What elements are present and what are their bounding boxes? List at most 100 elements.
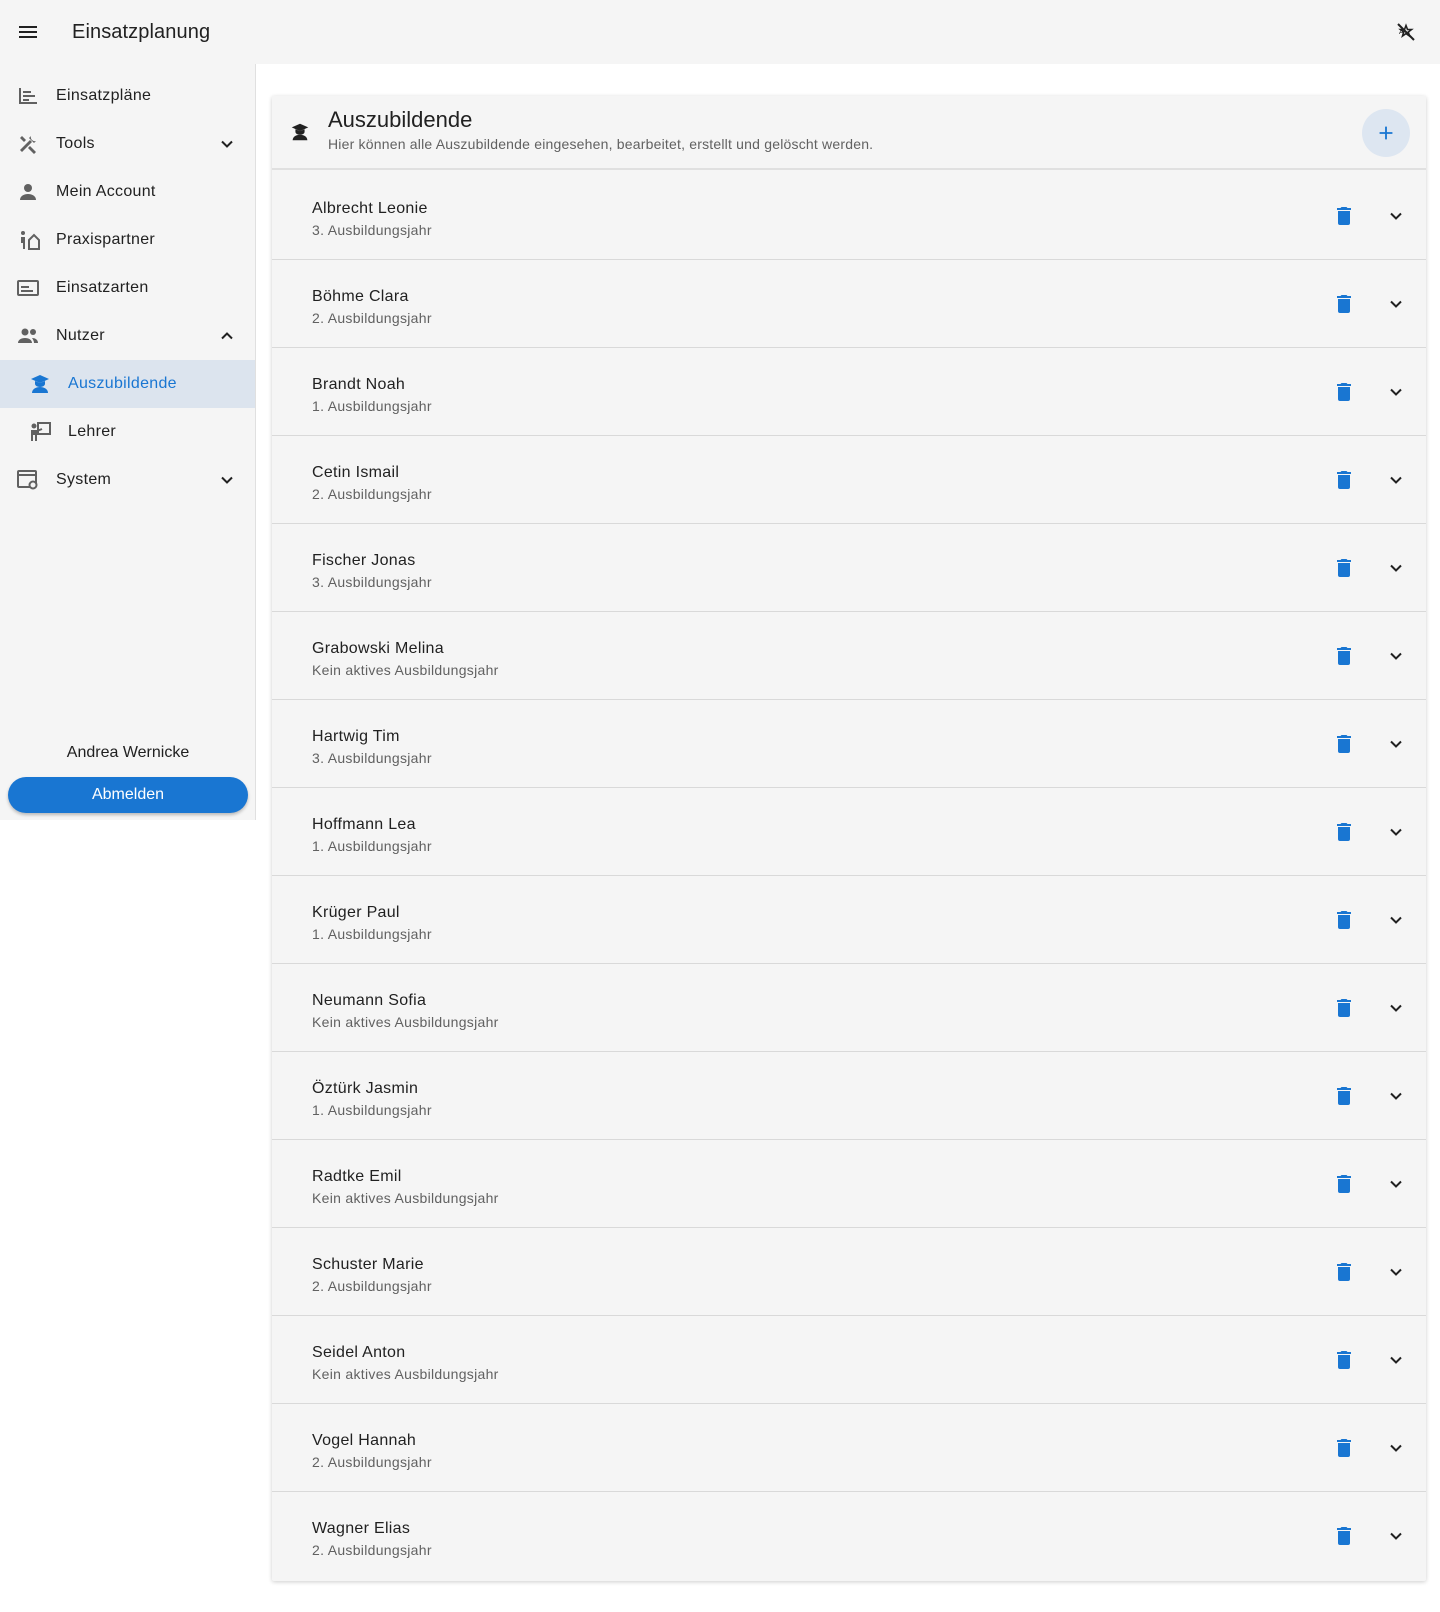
list-item[interactable]: Schuster Marie 2. Ausbildungsjahr <box>272 1228 1426 1316</box>
timeline-list-icon <box>16 84 40 108</box>
chevron-down-icon <box>215 132 239 156</box>
trainee-name: Cetin Ismail <box>312 464 400 481</box>
trainee-name: Wagner Elias <box>312 1520 411 1537</box>
sidebar-nav: Einsatzpläne Tools Mein Account Praxispartn… <box>0 64 255 504</box>
sidebar-item-label: Einsatzpläne <box>56 87 152 104</box>
theme-toggle-icon[interactable]: A <box>1390 16 1422 48</box>
sidebar-item-mein-account[interactable]: Mein Account <box>0 168 255 216</box>
trainee-name: Albrecht Leonie <box>312 200 428 217</box>
chevron-down-icon[interactable] <box>1384 468 1408 492</box>
trainee-year: 2. Ausbildungsjahr <box>312 1542 432 1558</box>
delete-icon[interactable] <box>1332 908 1356 932</box>
chevron-down-icon[interactable] <box>1384 820 1408 844</box>
svg-text:A: A <box>1399 29 1404 36</box>
card-header: Auszubildende Hier können alle Auszubild… <box>272 96 1426 170</box>
trainee-list: Albrecht Leonie 3. Ausbildungsjahr Böhme C… <box>272 172 1426 1580</box>
chevron-down-icon[interactable] <box>1384 292 1408 316</box>
list-item[interactable]: Böhme Clara 2. Ausbildungsjahr <box>272 260 1426 348</box>
list-item[interactable]: Wagner Elias 2. Ausbildungsjahr <box>272 1492 1426 1580</box>
trainee-year: Kein aktives Ausbildungsjahr <box>312 1014 499 1030</box>
delete-icon[interactable] <box>1332 820 1356 844</box>
tools-icon <box>16 132 40 156</box>
sidebar-item-praxispartner[interactable]: Praxispartner <box>0 216 255 264</box>
delete-icon[interactable] <box>1332 556 1356 580</box>
trainee-year: Kein aktives Ausbildungsjahr <box>312 1366 499 1382</box>
trainee-name: Brandt Noah <box>312 376 406 393</box>
delete-icon[interactable] <box>1332 644 1356 668</box>
system-settings-icon <box>16 468 40 492</box>
list-item[interactable]: Vogel Hannah 2. Ausbildungsjahr <box>272 1404 1426 1492</box>
chevron-down-icon[interactable] <box>1384 204 1408 228</box>
delete-icon[interactable] <box>1332 996 1356 1020</box>
trainee-name: Böhme Clara <box>312 288 409 305</box>
student-icon <box>28 372 52 396</box>
list-item[interactable]: Seidel Anton Kein aktives Ausbildungsjahr <box>272 1316 1426 1404</box>
list-item[interactable]: Hoffmann Lea 1. Ausbildungsjahr <box>272 788 1426 876</box>
trainee-year: 3. Ausbildungsjahr <box>312 222 432 238</box>
delete-icon[interactable] <box>1332 732 1356 756</box>
chevron-down-icon[interactable] <box>1384 908 1408 932</box>
chevron-down-icon[interactable] <box>1384 556 1408 580</box>
trainee-year: Kein aktives Ausbildungsjahr <box>312 1190 499 1206</box>
sidebar-item-tools[interactable]: Tools <box>0 120 255 168</box>
plus-icon <box>1379 126 1393 140</box>
list-item[interactable]: Neumann Sofia Kein aktives Ausbildungsjah… <box>272 964 1426 1052</box>
delete-icon[interactable] <box>1332 1084 1356 1108</box>
list-item[interactable]: Albrecht Leonie 3. Ausbildungsjahr <box>272 172 1426 260</box>
chevron-down-icon[interactable] <box>1384 1436 1408 1460</box>
delete-icon[interactable] <box>1332 204 1356 228</box>
delete-icon[interactable] <box>1332 1436 1356 1460</box>
list-item[interactable]: Radtke Emil Kein aktives Ausbildungsjahr <box>272 1140 1426 1228</box>
trainee-name: Hoffmann Lea <box>312 816 416 833</box>
sidebar: Einsatzpläne Tools Mein Account Praxispartn… <box>0 64 256 820</box>
trainee-year: 1. Ausbildungsjahr <box>312 398 432 414</box>
card-icon <box>16 276 40 300</box>
delete-icon[interactable] <box>1332 380 1356 404</box>
chevron-down-icon[interactable] <box>1384 1524 1408 1548</box>
menu-icon[interactable] <box>12 16 44 48</box>
delete-icon[interactable] <box>1332 1348 1356 1372</box>
delete-icon[interactable] <box>1332 1524 1356 1548</box>
add-trainee-button[interactable] <box>1362 109 1410 157</box>
list-item[interactable]: Fischer Jonas 3. Ausbildungsjahr <box>272 524 1426 612</box>
teacher-icon <box>28 420 52 444</box>
list-item[interactable]: Cetin Ismail 2. Ausbildungsjahr <box>272 436 1426 524</box>
trainee-year: 2. Ausbildungsjahr <box>312 1454 432 1470</box>
chevron-down-icon[interactable] <box>1384 1260 1408 1284</box>
app-title: Einsatzplanung <box>72 21 211 43</box>
chevron-down-icon[interactable] <box>1384 1172 1408 1196</box>
sidebar-item-label: System <box>56 471 112 488</box>
sidebar-item-nutzer[interactable]: Nutzer <box>0 312 255 360</box>
list-item[interactable]: Hartwig Tim 3. Ausbildungsjahr <box>272 700 1426 788</box>
chevron-down-icon[interactable] <box>1384 732 1408 756</box>
delete-icon[interactable] <box>1332 1172 1356 1196</box>
chevron-down-icon[interactable] <box>1384 996 1408 1020</box>
chevron-down-icon <box>215 468 239 492</box>
sidebar-item-auszubildende[interactable]: Auszubildende <box>0 360 255 408</box>
delete-icon[interactable] <box>1332 468 1356 492</box>
sidebar-item-system[interactable]: System <box>0 456 255 504</box>
sidebar-item-einsatzplaene[interactable]: Einsatzpläne <box>0 72 255 120</box>
trainee-name: Schuster Marie <box>312 1256 424 1273</box>
chevron-down-icon[interactable] <box>1384 380 1408 404</box>
sidebar-item-label: Auszubildende <box>68 375 177 392</box>
trainee-name: Grabowski Melina <box>312 640 444 657</box>
card-subtitle: Hier können alle Auszubildende eingesehe… <box>328 136 874 152</box>
chevron-down-icon[interactable] <box>1384 1084 1408 1108</box>
list-item[interactable]: Brandt Noah 1. Ausbildungsjahr <box>272 348 1426 436</box>
chevron-down-icon[interactable] <box>1384 1348 1408 1372</box>
list-item[interactable]: Grabowski Melina Kein aktives Ausbildungs… <box>272 612 1426 700</box>
logout-button[interactable]: Abmelden <box>8 777 248 813</box>
student-icon <box>288 120 312 144</box>
app-bar: Einsatzplanung A <box>0 0 1440 64</box>
sidebar-item-lehrer[interactable]: Lehrer <box>0 408 255 456</box>
chevron-down-icon[interactable] <box>1384 644 1408 668</box>
delete-icon[interactable] <box>1332 292 1356 316</box>
trainee-name: Fischer Jonas <box>312 552 416 569</box>
list-item[interactable]: Krüger Paul 1. Ausbildungsjahr <box>272 876 1426 964</box>
delete-icon[interactable] <box>1332 1260 1356 1284</box>
trainee-year: 1. Ausbildungsjahr <box>312 1102 432 1118</box>
trainee-year: 3. Ausbildungsjahr <box>312 750 432 766</box>
list-item[interactable]: Öztürk Jasmin 1. Ausbildungsjahr <box>272 1052 1426 1140</box>
sidebar-item-einsatzarten[interactable]: Einsatzarten <box>0 264 255 312</box>
